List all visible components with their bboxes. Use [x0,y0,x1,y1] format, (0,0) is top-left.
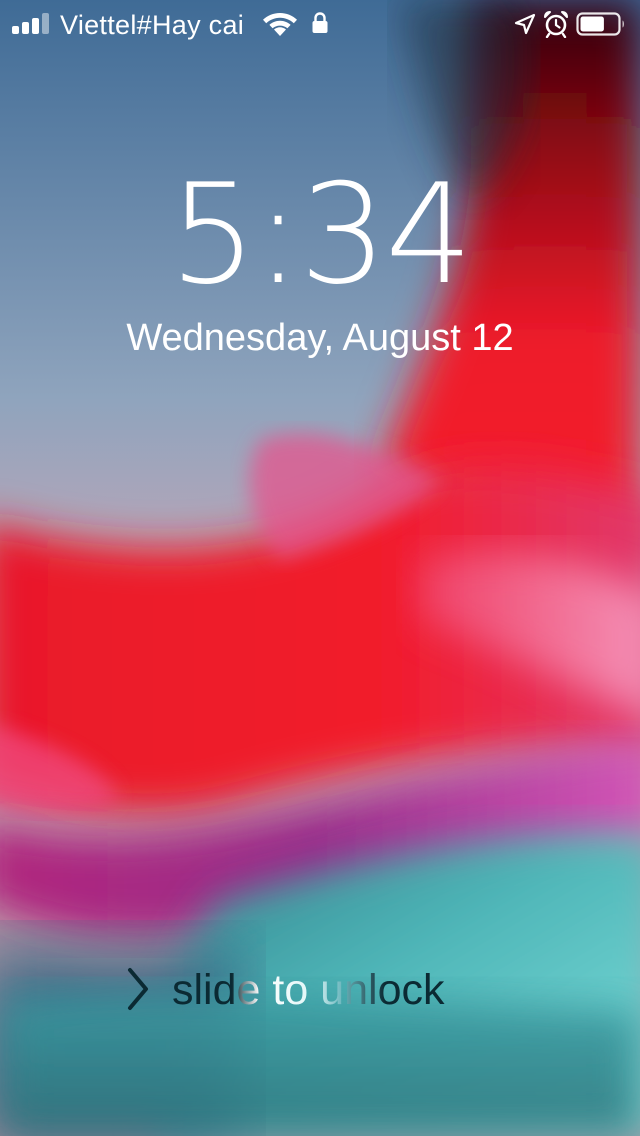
slide-to-unlock[interactable]: slide to unlock [0,958,640,1022]
lock-icon [312,12,328,33]
lock-screen-time: 5:34 [169,154,473,315]
slide-to-unlock-label: slide to unlock [172,962,445,1018]
alarm-clock-icon [544,11,568,38]
battery-icon [576,12,624,36]
chevron-right-icon [128,968,148,1010]
status-bar: Viettel#Hay cai [0,0,640,48]
lock-screen: Viettel#Hay cai 5:34 Wednesday, August 1… [0,0,640,1136]
carrier-name: Viettel#Hay cai [60,10,245,40]
wifi-icon [263,13,297,36]
location-arrow-icon [514,13,536,35]
lock-screen-date: Wednesday, August 12 [126,317,514,359]
signal-icon [12,12,52,34]
